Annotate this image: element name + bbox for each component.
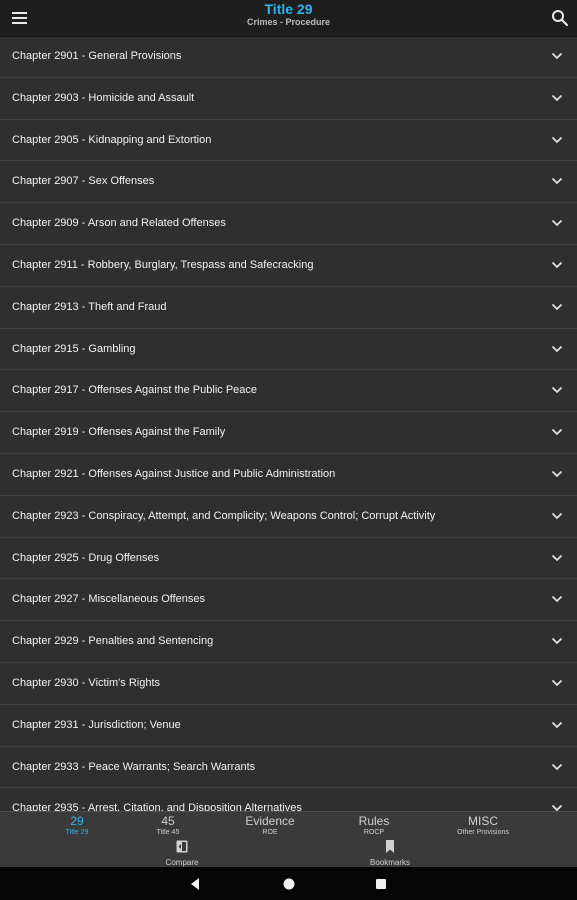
system-navigation-bar bbox=[0, 867, 577, 900]
compare-icon bbox=[176, 840, 188, 853]
chapter-row[interactable]: Chapter 2915 - Gambling bbox=[0, 329, 577, 371]
chapter-row[interactable]: Chapter 2929 - Penalties and Sentencing bbox=[0, 621, 577, 663]
chapter-row[interactable]: Chapter 2905 - Kidnapping and Extortion bbox=[0, 120, 577, 162]
chapter-label: Chapter 2909 - Arson and Related Offense… bbox=[12, 217, 226, 230]
tab-rules[interactable]: Rules ROCP bbox=[345, 814, 403, 837]
chapter-row[interactable]: Chapter 2909 - Arson and Related Offense… bbox=[0, 203, 577, 245]
chapter-label: Chapter 2927 - Miscellaneous Offenses bbox=[12, 593, 206, 606]
chevron-down-icon[interactable] bbox=[551, 136, 563, 144]
tab-main-label: 45 bbox=[161, 814, 175, 828]
chevron-down-icon[interactable] bbox=[551, 52, 563, 60]
bottom-navigation: 29 Title 29 45 Title 45 Evidence ROE Rul… bbox=[0, 811, 577, 868]
page-subtitle: Crimes - Procedure bbox=[246, 17, 331, 27]
tab-sub-label: Other Provisions bbox=[457, 829, 509, 836]
chevron-down-icon[interactable] bbox=[551, 679, 563, 687]
tab-evidence[interactable]: Evidence ROE bbox=[235, 814, 305, 837]
chapter-label: Chapter 2911 - Robbery, Burglary, Trespa… bbox=[12, 258, 314, 271]
chevron-down-icon[interactable] bbox=[551, 637, 563, 645]
tab-main-label: Rules bbox=[358, 814, 390, 828]
chapter-label: Chapter 2901 - General Provisions bbox=[12, 50, 182, 62]
chevron-down-icon[interactable] bbox=[551, 94, 563, 102]
chapter-label: Chapter 2923 - Conspiracy, Attempt, and … bbox=[12, 509, 436, 522]
chapter-row[interactable]: Chapter 2921 - Offenses Against Justice … bbox=[0, 454, 577, 496]
tab-main-label: MISC bbox=[468, 814, 498, 828]
chevron-down-icon[interactable] bbox=[551, 554, 563, 562]
chapter-label: Chapter 2913 - Theft and Fraud bbox=[12, 300, 167, 313]
tab-title-29[interactable]: 29 Title 29 bbox=[52, 814, 102, 837]
chapter-row[interactable]: Chapter 2907 - Sex Offenses bbox=[0, 161, 577, 204]
chapter-label: Chapter 2929 - Penalties and Sentencing bbox=[12, 635, 214, 648]
chapter-row[interactable]: Chapter 2930 - Victim's Rights bbox=[0, 663, 577, 705]
chapter-row[interactable]: Chapter 2919 - Offenses Against the Fami… bbox=[0, 412, 577, 454]
chevron-down-icon[interactable] bbox=[551, 345, 563, 353]
chevron-down-icon[interactable] bbox=[551, 428, 563, 436]
chevron-down-icon[interactable] bbox=[551, 261, 563, 269]
chapter-label: Chapter 2925 - Drug Offenses bbox=[12, 551, 160, 564]
title-block: Title 29 Crimes - Procedure bbox=[0, 2, 577, 28]
chevron-down-icon[interactable] bbox=[551, 470, 563, 478]
chevron-down-icon[interactable] bbox=[551, 219, 563, 227]
chapter-row[interactable]: Chapter 2911 - Robbery, Burglary, Trespa… bbox=[0, 245, 577, 287]
chapter-list[interactable]: Chapter 2901 - General Provisions Chapter… bbox=[0, 36, 577, 811]
tab-sub-label: Title 45 bbox=[156, 829, 180, 836]
tab-sub-label: Title 29 bbox=[65, 829, 89, 836]
chapter-label: Chapter 2935 - Arrest, Citation, and Dis… bbox=[12, 802, 302, 811]
tab-sub-label: ROE bbox=[262, 829, 278, 836]
chevron-down-icon[interactable] bbox=[551, 386, 563, 394]
chapter-label: Chapter 2915 - Gambling bbox=[12, 342, 136, 355]
chapter-label: Chapter 2921 - Offenses Against Justice … bbox=[12, 467, 336, 480]
chapter-row[interactable]: Chapter 2913 - Theft and Fraud bbox=[0, 287, 577, 329]
tab-main-label: Evidence bbox=[245, 814, 295, 828]
chapter-label: Chapter 2917 - Offenses Against the Publ… bbox=[12, 384, 258, 397]
chapter-label: Chapter 2931 - Jurisdiction; Venue bbox=[12, 718, 181, 731]
chevron-down-icon[interactable] bbox=[551, 177, 563, 185]
chapter-label: Chapter 2905 - Kidnapping and Extortion bbox=[12, 133, 212, 146]
chapter-row[interactable]: Chapter 2923 - Conspiracy, Attempt, and … bbox=[0, 496, 577, 538]
search-icon[interactable] bbox=[549, 7, 571, 29]
chevron-down-icon[interactable] bbox=[551, 303, 563, 311]
home-icon[interactable] bbox=[281, 876, 297, 892]
tab-sub-label: ROCP bbox=[363, 829, 385, 836]
bookmark-icon bbox=[386, 840, 394, 853]
tab-main-label: 29 bbox=[70, 814, 84, 828]
chevron-down-icon[interactable] bbox=[551, 512, 563, 520]
chevron-down-icon[interactable] bbox=[551, 721, 563, 729]
app-bar: Title 29 Crimes - Procedure bbox=[0, 0, 577, 37]
compare-button[interactable]: Compare bbox=[152, 840, 212, 868]
chevron-down-icon[interactable] bbox=[551, 595, 563, 603]
tab-title-45[interactable]: 45 Title 45 bbox=[143, 814, 193, 837]
chapter-label: Chapter 2903 - Homicide and Assault bbox=[12, 91, 195, 104]
chapter-label: Chapter 2933 - Peace Warrants; Search Wa… bbox=[12, 760, 256, 773]
chapter-row[interactable]: Chapter 2935 - Arrest, Citation, and Dis… bbox=[0, 788, 577, 811]
chapter-row[interactable]: Chapter 2917 - Offenses Against the Publ… bbox=[0, 370, 577, 413]
chapter-row[interactable]: Chapter 2933 - Peace Warrants; Search Wa… bbox=[0, 747, 577, 789]
chapter-row[interactable]: Chapter 2901 - General Provisions bbox=[0, 36, 577, 78]
chapter-label: Chapter 2919 - Offenses Against the Fami… bbox=[12, 426, 226, 439]
chapter-label: Chapter 2930 - Victim's Rights bbox=[12, 676, 161, 689]
tab-misc[interactable]: MISC Other Provisions bbox=[440, 814, 526, 837]
back-icon[interactable] bbox=[187, 876, 203, 892]
chapter-label: Chapter 2907 - Sex Offenses bbox=[12, 175, 155, 188]
page-title: Title 29 bbox=[264, 1, 313, 17]
bookmarks-button[interactable]: Bookmarks bbox=[355, 840, 425, 868]
recents-icon[interactable] bbox=[373, 876, 389, 892]
chapter-row[interactable]: Chapter 2927 - Miscellaneous Offenses bbox=[0, 579, 577, 622]
chapter-row[interactable]: Chapter 2931 - Jurisdiction; Venue bbox=[0, 705, 577, 747]
chevron-down-icon[interactable] bbox=[551, 804, 563, 811]
chapter-row[interactable]: Chapter 2903 - Homicide and Assault bbox=[0, 78, 577, 120]
chapter-row[interactable]: Chapter 2925 - Drug Offenses bbox=[0, 538, 577, 580]
chevron-down-icon[interactable] bbox=[551, 763, 563, 771]
